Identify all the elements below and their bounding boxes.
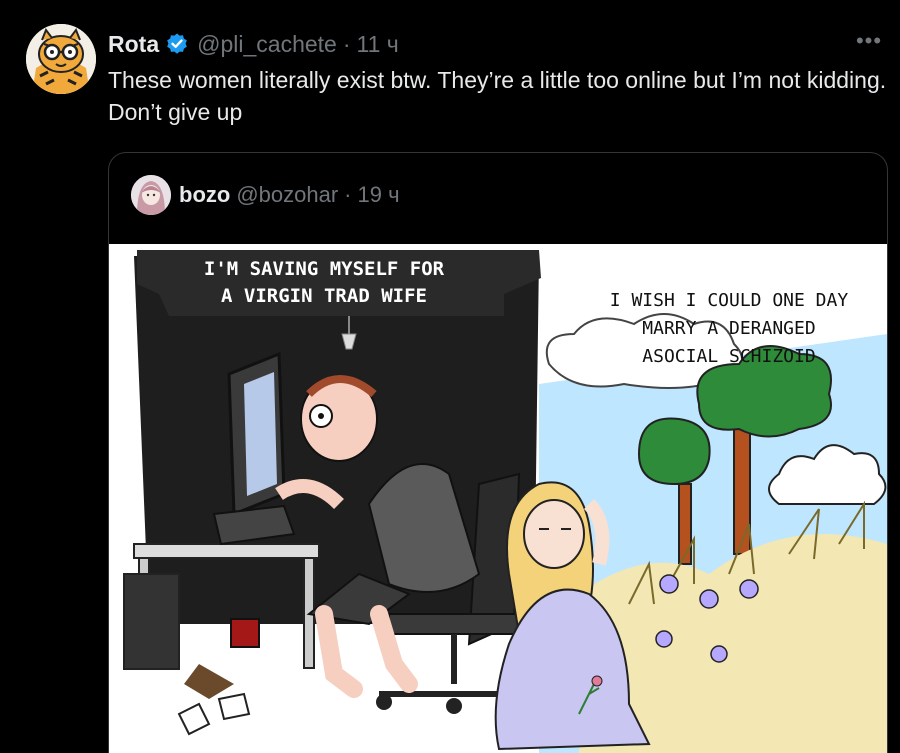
cup <box>230 618 260 648</box>
author-name[interactable]: Rota <box>108 31 159 58</box>
left-caption-line1: I'M SAVING MYSELF FOR <box>204 258 445 280</box>
desk <box>133 543 320 559</box>
tweet-header: Rota @pli_cachete · 11 ч <box>108 30 860 58</box>
more-options-icon[interactable]: ••• <box>854 28 884 53</box>
quoted-author-avatar[interactable] <box>131 175 171 215</box>
tweet-timestamp[interactable]: 11 ч <box>357 31 399 58</box>
quoted-author-handle[interactable]: @bozohar <box>236 182 338 208</box>
tree-trunk <box>733 413 751 555</box>
right-caption-line1: I WISH I COULD ONE DAY <box>610 290 849 311</box>
quoted-tweet-header: bozo @bozohar · 19 ч <box>131 175 400 215</box>
comic-image[interactable]: I'M SAVING MYSELF FOR A VIRGIN TRAD WIFE… <box>109 244 887 753</box>
verified-badge-icon <box>165 32 189 56</box>
separator-dot: · <box>342 30 351 57</box>
tree-trunk <box>678 483 692 565</box>
tree-canopy <box>637 417 711 486</box>
right-caption-line2: MARRY A DERANGED <box>642 318 815 339</box>
quoted-timestamp[interactable]: 19 ч <box>358 182 400 208</box>
quoted-tweet[interactable]: bozo @bozohar · 19 ч I'M SAVING MYSELF F… <box>108 152 888 753</box>
monitor-screen <box>244 372 277 496</box>
tweet[interactable]: Rota @pli_cachete · 11 ч ••• These women… <box>0 0 900 753</box>
girl-face <box>523 499 585 569</box>
quoted-author-name[interactable]: bozo <box>179 182 230 208</box>
pc-tower <box>123 573 180 670</box>
author-avatar[interactable] <box>26 24 96 94</box>
right-caption-line3: ASOCIAL SCHIZOID <box>642 346 815 367</box>
separator-dot: · <box>344 182 352 207</box>
left-caption-line2: A VIRGIN TRAD WIFE <box>221 285 427 307</box>
tweet-text: These women literally exist btw. They’re… <box>108 67 887 125</box>
author-handle[interactable]: @pli_cachete <box>197 31 337 58</box>
